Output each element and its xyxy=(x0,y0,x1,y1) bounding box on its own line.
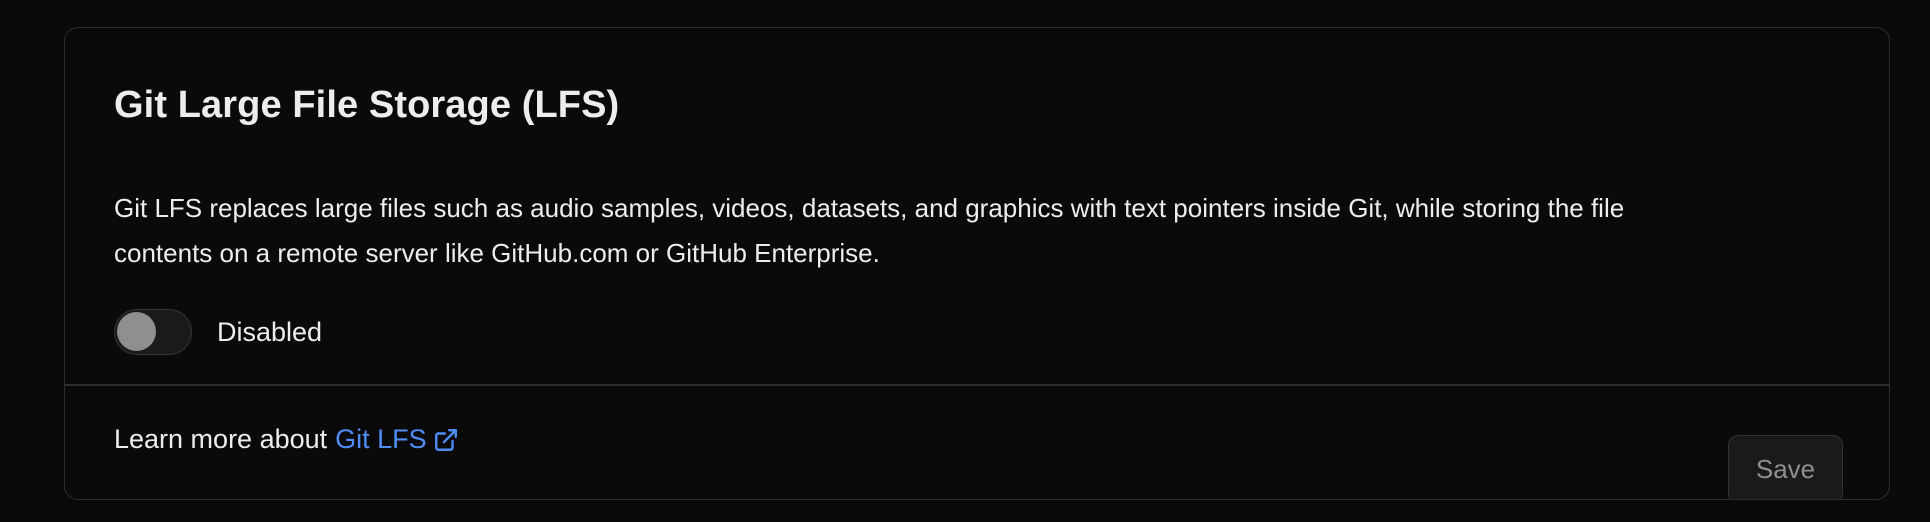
git-lfs-link-label: Git LFS xyxy=(335,424,427,454)
card-description: Git LFS replaces large files such as aud… xyxy=(114,186,1834,276)
card-footer: Learn more about Git LFS Save xyxy=(65,386,1889,499)
learn-more-prefix: Learn more about xyxy=(114,424,328,454)
card-body: Git Large File Storage (LFS) Git LFS rep… xyxy=(65,28,1889,385)
description-line-1: Git LFS replaces large files such as aud… xyxy=(114,193,1625,223)
lfs-toggle-switch[interactable] xyxy=(114,309,192,355)
toggle-status-label: Disabled xyxy=(217,316,323,347)
description-line-2: contents on a remote server like GitHub.… xyxy=(114,238,880,268)
git-lfs-docs-link[interactable]: Git LFS xyxy=(335,424,459,455)
save-button[interactable]: Save xyxy=(1728,435,1843,499)
card-title: Git Large File Storage (LFS) xyxy=(114,84,620,126)
lfs-toggle-row: Disabled xyxy=(114,308,322,356)
external-link-icon xyxy=(434,428,457,451)
git-lfs-settings-card: Git Large File Storage (LFS) Git LFS rep… xyxy=(64,27,1890,500)
toggle-knob xyxy=(117,312,156,351)
learn-more-text: Learn more about Git LFS xyxy=(114,424,459,455)
